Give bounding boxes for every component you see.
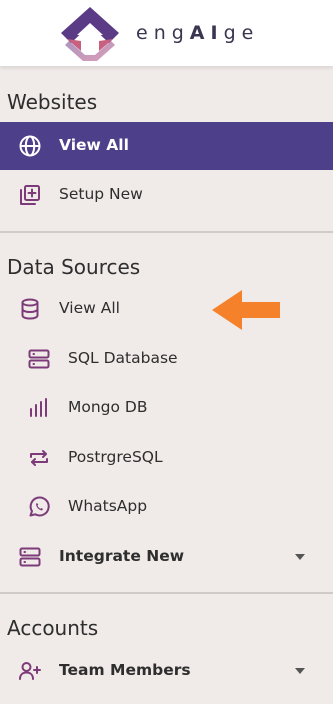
websites-view-all-label: View All (59, 136, 129, 154)
section-title-data-sources: Data Sources (7, 255, 141, 279)
data-sources-integrate-new[interactable]: Integrate New (0, 533, 333, 581)
app-header: engAIge (0, 0, 333, 66)
section-divider (0, 231, 333, 233)
brand-ai: AI (189, 22, 224, 44)
pointer-arrow-icon (212, 290, 280, 330)
engaige-logo-icon (61, 7, 119, 61)
mongo-db-label: Mongo DB (68, 398, 148, 416)
server-icon (19, 547, 41, 567)
integrate-new-label: Integrate New (59, 547, 185, 565)
brand-prefix: eng (136, 22, 190, 44)
globe-icon (19, 135, 41, 157)
data-sources-view-all-label: View All (59, 299, 120, 317)
add-user-icon (19, 662, 41, 680)
chevron-down-icon[interactable] (295, 668, 305, 674)
websites-setup-new-label: Setup New (59, 185, 143, 203)
websites-view-all[interactable]: View All (0, 122, 333, 170)
chevron-down-icon[interactable] (295, 554, 305, 560)
database-icon (21, 298, 39, 320)
bar-chart-icon (30, 398, 47, 417)
section-divider (0, 592, 333, 594)
whatsapp-icon (29, 496, 50, 517)
data-sources-whatsapp[interactable]: WhatsApp (0, 483, 333, 531)
websites-setup-new[interactable]: Setup New (0, 171, 333, 219)
data-sources-postgresql[interactable]: PostrgreSQL (0, 434, 333, 482)
postgresql-label: PostrgreSQL (68, 448, 163, 466)
data-sources-view-all[interactable]: View All (0, 285, 333, 333)
brand-name: engAIge (136, 22, 259, 44)
data-sources-mongo-db[interactable]: Mongo DB (0, 384, 333, 432)
brand-suffix: ge (223, 22, 260, 44)
accounts-team-members[interactable]: Team Members (0, 647, 333, 695)
team-members-label: Team Members (59, 661, 191, 679)
data-sources-sql-database[interactable]: SQL Database (0, 335, 333, 383)
repeat-icon (30, 450, 48, 466)
section-title-accounts: Accounts (7, 616, 99, 640)
server-icon (28, 349, 50, 369)
sql-database-label: SQL Database (68, 349, 178, 367)
add-box-icon (20, 185, 40, 205)
whatsapp-label: WhatsApp (68, 497, 148, 515)
section-title-websites: Websites (7, 90, 98, 114)
